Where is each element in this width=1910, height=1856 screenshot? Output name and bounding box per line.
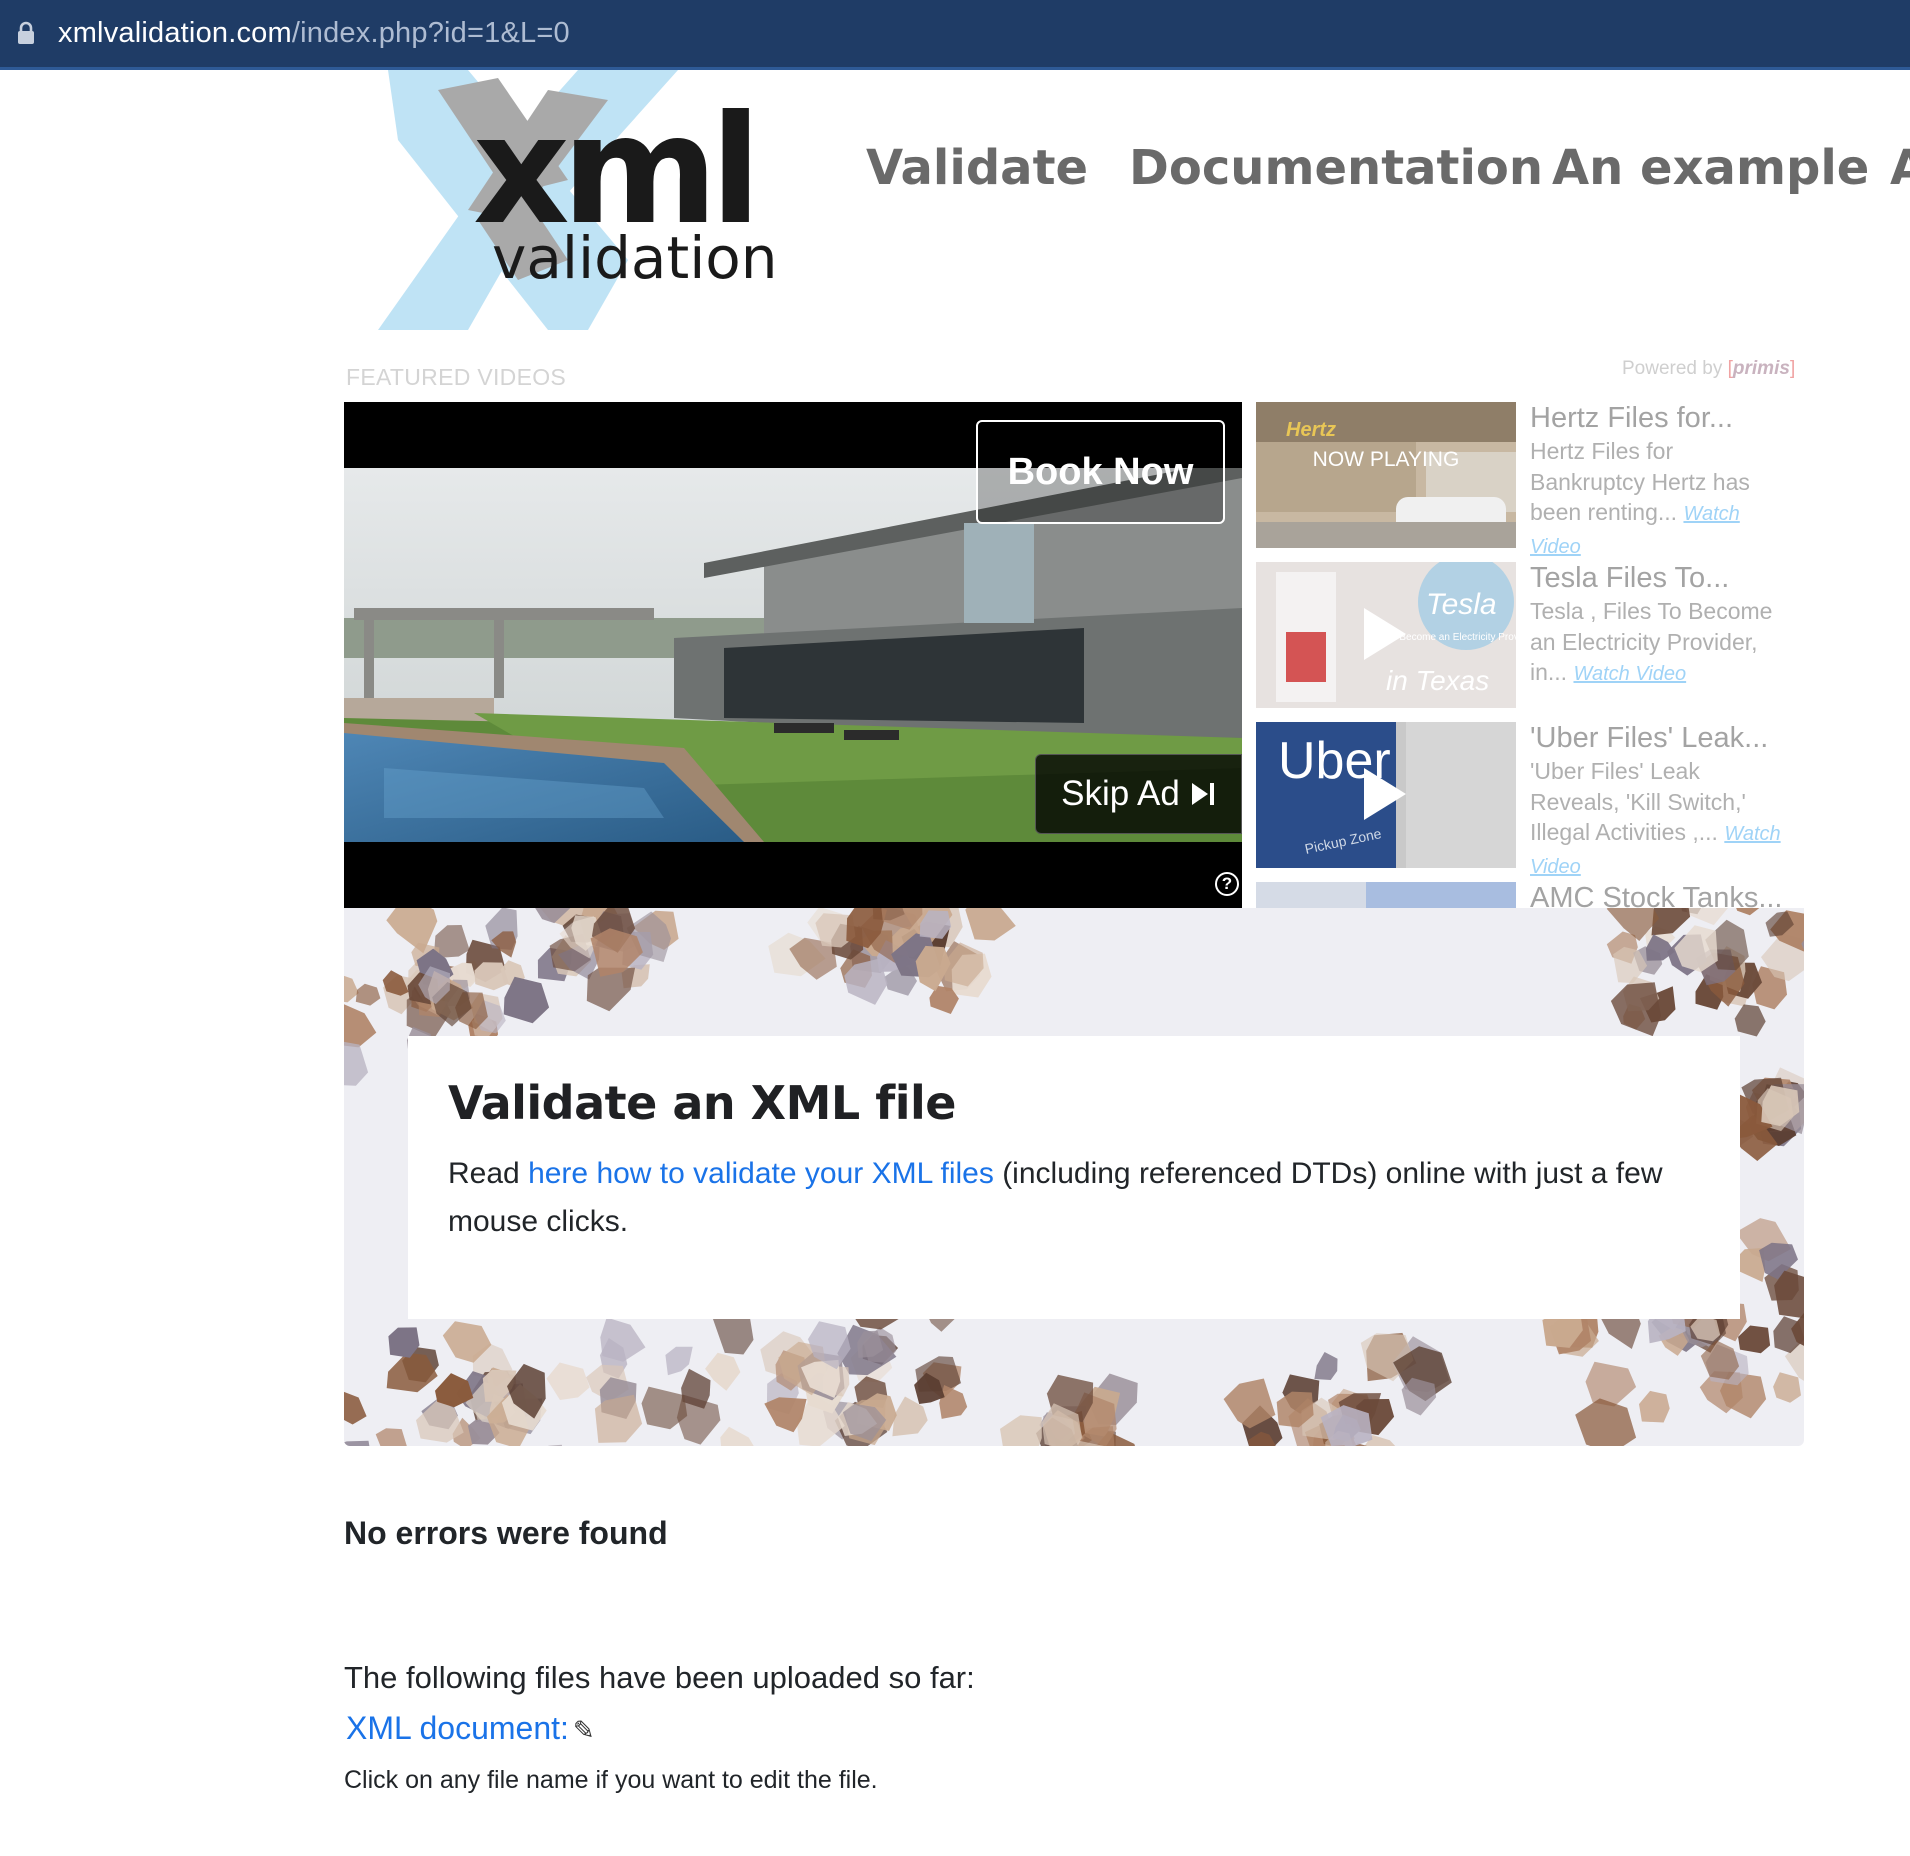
mosaic-tile — [344, 1391, 367, 1425]
help-icon[interactable]: ? — [1215, 872, 1239, 896]
main-nav: Validate Documentation An example A — [0, 140, 1910, 210]
pencil-icon: ✎ — [572, 1715, 595, 1745]
playlist-item[interactable]: AMC Stock Tanks... — [1256, 882, 1796, 908]
browser-url-bar[interactable]: xmlvalidation.com/index.php?id=1&L=0 — [0, 0, 1910, 70]
nav-example[interactable]: An example — [1552, 140, 1869, 196]
mosaic-tile — [416, 1399, 464, 1443]
mosaic-tile — [1639, 1390, 1670, 1423]
watch-video-link[interactable]: Watch Video — [1573, 663, 1686, 685]
now-playing-label: NOW PLAYING — [1312, 448, 1460, 471]
thumb-tesla-texas: in Texas — [1386, 665, 1489, 696]
playlist-item[interactable]: Uber Pickup Zone 'Uber Files' Leak... 'U… — [1256, 722, 1796, 878]
playlist-title: 'Uber Files' Leak... — [1530, 722, 1769, 754]
mosaic-tile — [1773, 1372, 1801, 1403]
mosaic-tile — [965, 908, 1016, 941]
skip-ad-label: Skip Ad — [1061, 774, 1180, 813]
playlist-thumbnail: Tesla To Become an Electricity Provider … — [1256, 562, 1516, 708]
mosaic-tile — [1575, 1398, 1637, 1446]
logo-sub: validation — [492, 224, 778, 292]
skip-icon — [1191, 783, 1214, 805]
playlist-title: AMC Stock Tanks... — [1530, 882, 1783, 908]
mosaic-tile — [1610, 982, 1661, 1037]
playlist-title: Tesla Files To... — [1530, 562, 1730, 594]
play-icon — [1364, 768, 1406, 820]
url-host: xmlvalidation.com — [58, 17, 292, 49]
url-path: /index.php?id=1&L=0 — [291, 17, 570, 49]
book-now-button[interactable]: Book Now — [976, 420, 1225, 524]
mosaic-tile — [1000, 1415, 1042, 1446]
mosaic-tile — [600, 1317, 646, 1362]
playlist-desc: 'Uber Files' Leak Reveals, 'Kill Switch,… — [1530, 756, 1790, 882]
playlist-thumbnail — [1256, 882, 1516, 908]
mosaic-tile — [344, 1440, 370, 1446]
playlist-title: Hertz Files for... — [1530, 402, 1734, 434]
mosaic-tile — [1585, 1361, 1637, 1407]
mosaic-tile — [1651, 908, 1691, 936]
mosaic-tile — [375, 1428, 407, 1446]
xml-document-link[interactable]: XML document: ✎ — [346, 1710, 595, 1747]
video-playlist: Hertz NOW PLAYING Hertz Files for... Her… — [1256, 402, 1796, 908]
url-text[interactable]: xmlvalidation.com/index.php?id=1&L=0 — [58, 13, 570, 53]
mosaic-tile — [1314, 1352, 1338, 1380]
thumb-hertz-logo: Hertz — [1286, 419, 1336, 441]
playlist-desc: Tesla , Files To Become an Electricity P… — [1530, 596, 1790, 690]
mosaic-tile — [344, 1004, 377, 1048]
nav-documentation[interactable]: Documentation — [1129, 140, 1543, 196]
primis-brand: primis — [1732, 358, 1790, 379]
mosaic-tile — [705, 1352, 741, 1391]
jumbotron-text-before: Read — [448, 1157, 529, 1190]
mosaic-tile — [720, 1426, 754, 1446]
mosaic-tile — [355, 983, 381, 1006]
featured-videos-label: FEATURED VIDEOS — [346, 364, 567, 390]
playlist-item[interactable]: Tesla To Become an Electricity Provider … — [1256, 562, 1796, 710]
xml-document-label: XML document: — [346, 1710, 569, 1746]
mosaic-tile — [1734, 1004, 1766, 1037]
playlist-desc: Hertz Files for Bankruptcy Hertz has bee… — [1530, 436, 1790, 562]
uploaded-files-intro: The following files have been uploaded s… — [344, 1660, 975, 1695]
jumbotron-text: Read here how to validate your XML files… — [448, 1150, 1700, 1246]
edit-hint: Click on any file name if you want to ed… — [344, 1766, 878, 1794]
jumbotron-card: Validate an XML file Read here how to va… — [408, 1036, 1740, 1319]
mosaic-tile — [939, 1385, 968, 1419]
mosaic-tile — [1738, 1325, 1771, 1354]
playlist-thumbnail: Hertz NOW PLAYING — [1256, 402, 1516, 548]
how-to-validate-link[interactable]: here how to validate your XML files — [528, 1157, 994, 1190]
powered-by-text: Powered by — [1622, 358, 1723, 379]
playlist-desc-text: 'Uber Files' Leak Reveals, 'Kill Switch,… — [1530, 758, 1746, 845]
powered-by[interactable]: Powered by [primis] — [1622, 358, 1795, 380]
lock-icon — [18, 21, 34, 44]
nav-more[interactable]: A — [1890, 140, 1910, 196]
playlist-thumbnail: Uber Pickup Zone — [1256, 722, 1516, 868]
jumbotron-title: Validate an XML file — [448, 1076, 956, 1130]
play-icon — [1364, 608, 1406, 660]
mosaic-tile — [546, 1362, 590, 1400]
jumbotron: Validate an XML file Read here how to va… — [344, 908, 1804, 1446]
validation-status: No errors were found — [344, 1515, 668, 1551]
playlist-item[interactable]: Hertz NOW PLAYING Hertz Files for... Her… — [1256, 402, 1796, 558]
thumb-tesla-title: Tesla — [1426, 588, 1497, 621]
skip-ad-button[interactable]: Skip Ad — [1035, 754, 1242, 834]
nav-validate[interactable]: Validate — [866, 140, 1088, 196]
mosaic-tile — [1736, 908, 1760, 916]
mosaic-tile — [548, 1444, 563, 1446]
video-player[interactable]: Book Now Skip Ad ? — [344, 402, 1242, 908]
mosaic-tile — [344, 1041, 369, 1086]
